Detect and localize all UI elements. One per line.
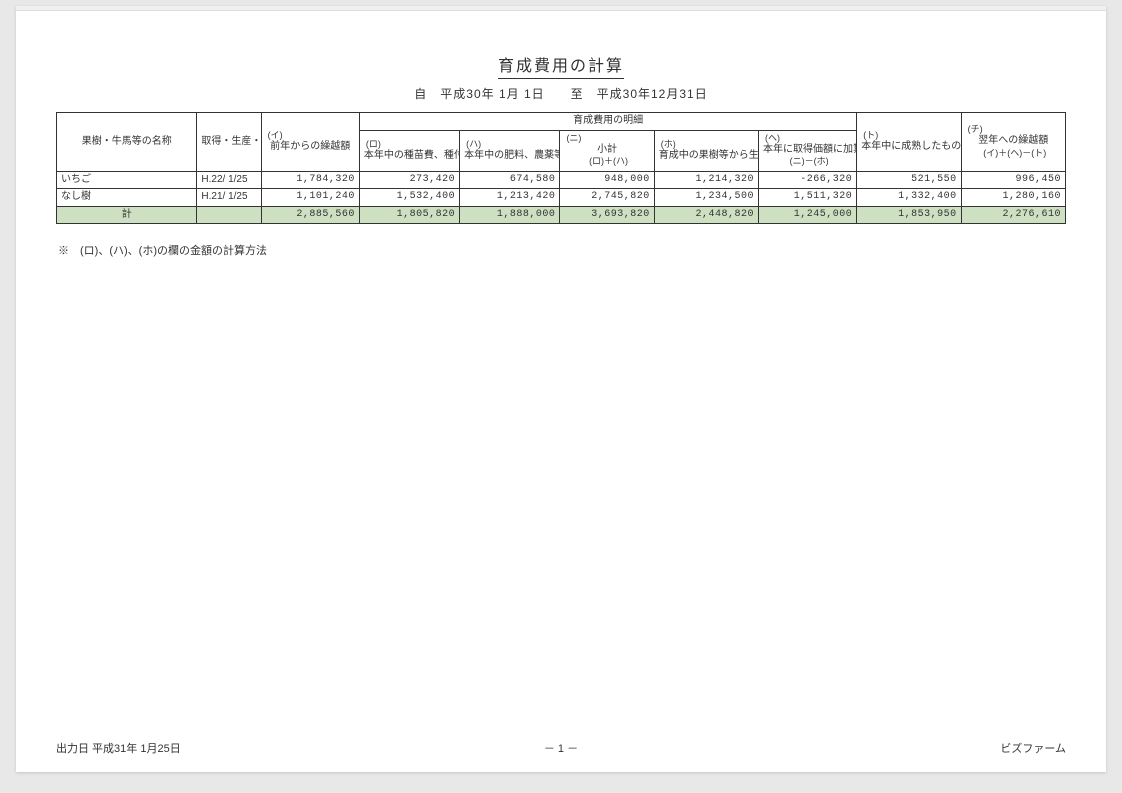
page-title: 育成費用の計算 <box>498 52 624 79</box>
col-carry: (イ) 前年からの繰越額 <box>261 113 359 172</box>
col-ro: (ロ) 本年中の種苗費、種付料、素畜費 <box>359 130 459 171</box>
col-detail-group: 育成費用の明細 <box>359 113 856 131</box>
col-ni: (ニ) 小計 (ロ)＋(ハ) <box>560 130 654 171</box>
table-row-total: 計 2,885,560 1,805,820 1,888,000 3,693,82… <box>57 206 1066 224</box>
document-page: 育成費用の計算 自 平成30年 1月 1日 至 平成30年12月31日 果樹・牛… <box>16 6 1106 772</box>
col-name: 果樹・牛馬等の名称 <box>57 113 197 172</box>
table-row: なし樹 H.21/ 1/25 1,101,240 1,532,400 1,213… <box>57 189 1066 207</box>
window-topbar <box>16 6 1106 11</box>
col-date: 取得・生産・定植等の年月日 <box>197 113 261 172</box>
page-footer: 出力日 平成31年 1月25日 － 1 － ビズファーム <box>56 740 1066 756</box>
footer-page-number: － 1 － <box>56 740 1066 756</box>
col-to: (ト) 本年中に成熟したものの取得価額 <box>857 113 961 172</box>
cultivation-cost-table: 果樹・牛馬等の名称 取得・生産・定植等の年月日 (イ) 前年からの繰越額 育成費… <box>56 112 1066 224</box>
col-chi: (チ) 翌年への繰越額 (イ)＋(ヘ)－(ト) <box>961 113 1065 172</box>
col-he: (ヘ) 本年に取得価額に加算する金額 (ニ)－(ホ) <box>759 130 857 171</box>
footnote: ※ (ロ)、(ハ)、(ホ)の欄の金額の計算方法 <box>56 242 1066 258</box>
page-content: 育成費用の計算 自 平成30年 1月 1日 至 平成30年12月31日 果樹・牛… <box>16 12 1106 258</box>
table-row: いちご H.22/ 1/25 1,784,320 273,420 674,580… <box>57 171 1066 189</box>
report-period: 自 平成30年 1月 1日 至 平成30年12月31日 <box>56 85 1066 102</box>
col-ho: (ホ) 育成中の果樹等から生じた収入金額 <box>654 130 758 171</box>
col-ha: (ハ) 本年中の肥料、農薬等の投下費用 <box>460 130 560 171</box>
